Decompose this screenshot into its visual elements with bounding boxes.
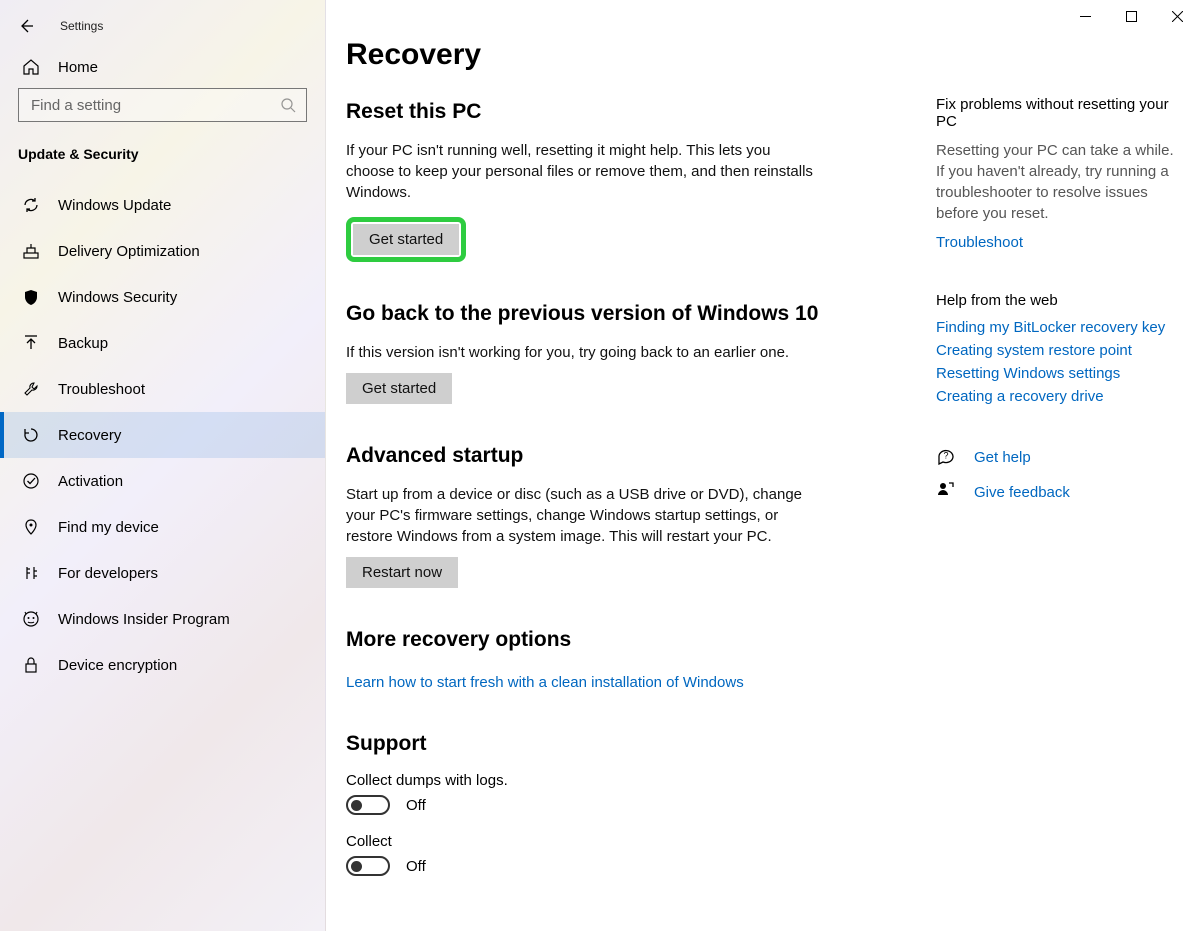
nav-backup[interactable]: Backup xyxy=(0,320,325,366)
web-link-recovery-drive[interactable]: Creating a recovery drive xyxy=(936,388,1186,405)
start-fresh-link[interactable]: Learn how to start fresh with a clean in… xyxy=(346,674,744,691)
shield-icon xyxy=(22,288,40,306)
nav-label: Windows Security xyxy=(58,289,177,306)
feedback-icon xyxy=(936,480,956,505)
backup-icon xyxy=(22,334,40,352)
nav-home[interactable]: Home xyxy=(0,42,325,88)
highlight-annotation: Get started xyxy=(346,217,466,262)
window-controls xyxy=(1062,0,1200,32)
nav-windows-security[interactable]: Windows Security xyxy=(0,274,325,320)
search-icon xyxy=(280,97,296,113)
back-button[interactable] xyxy=(18,18,34,34)
reset-pc-heading: Reset this PC xyxy=(346,100,906,124)
maximize-button[interactable] xyxy=(1108,0,1154,32)
collect-dumps-toggle[interactable] xyxy=(346,795,390,815)
troubleshoot-link[interactable]: Troubleshoot xyxy=(936,234,1023,251)
advanced-heading: Advanced startup xyxy=(346,444,906,468)
reset-get-started-button[interactable]: Get started xyxy=(353,224,459,255)
insider-icon xyxy=(22,610,40,628)
nav-find-my-device[interactable]: Find my device xyxy=(0,504,325,550)
settings-window: Settings Home Update & Security Windows … xyxy=(0,0,1200,931)
window-title: Settings xyxy=(60,19,103,33)
minimize-button[interactable] xyxy=(1062,0,1108,32)
help-icon: ? xyxy=(936,445,956,470)
fix-heading: Fix problems without resetting your PC xyxy=(936,96,1186,130)
goback-desc: If this version isn't working for you, t… xyxy=(346,342,816,363)
get-help-link[interactable]: Get help xyxy=(974,449,1031,466)
search-field[interactable] xyxy=(29,96,280,115)
category-header: Update & Security xyxy=(0,138,325,182)
restart-now-button[interactable]: Restart now xyxy=(346,557,458,588)
location-icon xyxy=(22,518,40,536)
web-help-heading: Help from the web xyxy=(936,292,1186,309)
nav-items: Windows Update Delivery Optimization Win… xyxy=(0,182,325,688)
nav-insider-program[interactable]: Windows Insider Program xyxy=(0,596,325,642)
goback-get-started-button[interactable]: Get started xyxy=(346,373,452,404)
goback-heading: Go back to the previous version of Windo… xyxy=(346,302,906,326)
titlebar: Settings xyxy=(0,10,325,42)
nav-label: Activation xyxy=(58,473,123,490)
collect-toggle[interactable] xyxy=(346,856,390,876)
close-button[interactable] xyxy=(1154,0,1200,32)
nav-home-label: Home xyxy=(58,59,98,76)
nav-windows-update[interactable]: Windows Update xyxy=(0,182,325,228)
support-opt2-label: Collect xyxy=(346,833,906,850)
support-heading: Support xyxy=(346,732,906,756)
wrench-icon xyxy=(22,380,40,398)
delivery-icon xyxy=(22,242,40,260)
collect-dumps-state: Off xyxy=(406,797,426,814)
sync-icon xyxy=(22,196,40,214)
web-link-reset-settings[interactable]: Resetting Windows settings xyxy=(936,365,1186,382)
more-options-heading: More recovery options xyxy=(346,628,906,652)
web-link-restore-point[interactable]: Creating system restore point xyxy=(936,342,1186,359)
give-feedback-link[interactable]: Give feedback xyxy=(974,484,1070,501)
check-icon xyxy=(22,472,40,490)
support-opt1-label: Collect dumps with logs. xyxy=(346,772,906,789)
recovery-icon xyxy=(22,426,40,444)
nav-label: Troubleshoot xyxy=(58,381,145,398)
right-panel: Fix problems without resetting your PC R… xyxy=(936,38,1186,901)
nav-label: Backup xyxy=(58,335,108,352)
nav-label: For developers xyxy=(58,565,158,582)
nav-label: Recovery xyxy=(58,427,121,444)
nav-troubleshoot[interactable]: Troubleshoot xyxy=(0,366,325,412)
nav-activation[interactable]: Activation xyxy=(0,458,325,504)
nav-for-developers[interactable]: For developers xyxy=(0,550,325,596)
main-content: Recovery Reset this PC If your PC isn't … xyxy=(326,0,1200,931)
search-input[interactable] xyxy=(18,88,307,122)
nav-label: Device encryption xyxy=(58,657,177,674)
lock-icon xyxy=(22,656,40,674)
home-icon xyxy=(22,58,40,76)
nav-label: Find my device xyxy=(58,519,159,536)
fix-desc: Resetting your PC can take a while. If y… xyxy=(936,140,1186,224)
tools-icon xyxy=(22,564,40,582)
nav-label: Windows Insider Program xyxy=(58,611,230,628)
sidebar: Settings Home Update & Security Windows … xyxy=(0,0,326,931)
page-title: Recovery xyxy=(346,38,906,72)
svg-text:?: ? xyxy=(943,451,948,461)
nav-recovery[interactable]: Recovery xyxy=(0,412,325,458)
collect-state: Off xyxy=(406,858,426,875)
nav-label: Windows Update xyxy=(58,197,171,214)
nav-label: Delivery Optimization xyxy=(58,243,200,260)
nav-device-encryption[interactable]: Device encryption xyxy=(0,642,325,688)
web-link-bitlocker[interactable]: Finding my BitLocker recovery key xyxy=(936,319,1186,336)
nav-delivery-optimization[interactable]: Delivery Optimization xyxy=(0,228,325,274)
advanced-desc: Start up from a device or disc (such as … xyxy=(346,484,816,547)
reset-pc-desc: If your PC isn't running well, resetting… xyxy=(346,140,816,203)
